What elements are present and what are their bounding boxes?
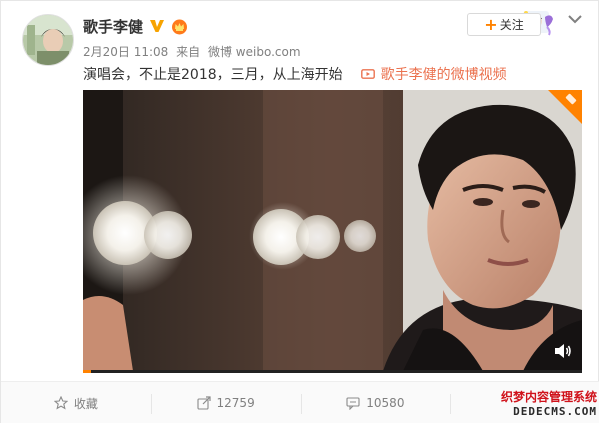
site-watermark: 织梦内容管理系统 DEDECMS.COM (487, 388, 597, 418)
share-icon (196, 396, 211, 410)
follow-plus-icon: + (484, 14, 498, 34)
volume-icon[interactable] (554, 343, 572, 359)
post-date[interactable]: 2月20日 11:08 (83, 45, 168, 59)
author-avatar[interactable] (22, 14, 74, 66)
source-prefix: 来自 (176, 45, 201, 59)
watermark-line-2: DEDECMS.COM (513, 405, 597, 418)
comment-button[interactable]: 10580 (300, 382, 451, 423)
follow-area: + 关注 (467, 9, 557, 39)
video-progress-bar[interactable] (83, 370, 582, 373)
chevron-down-icon[interactable] (567, 13, 583, 25)
watermark-line-1: 织梦内容管理系统 (500, 390, 597, 404)
comment-count: 10580 (366, 396, 405, 410)
repost-count: 12759 (216, 396, 255, 410)
weibo-post-card: 歌手李健 2月20日 11:08 来自 微博 weibo.com + 关注 演唱… (0, 0, 599, 423)
follow-label: 关注 (499, 18, 524, 32)
verified-v-icon (149, 18, 165, 34)
comment-icon (346, 397, 360, 410)
star-icon (53, 396, 68, 410)
video-link[interactable]: 歌手李健的微博视频 (360, 64, 507, 84)
author-name[interactable]: 歌手李健 (83, 16, 143, 37)
video-player[interactable] (83, 90, 582, 371)
favorite-button[interactable]: 收藏 (1, 382, 151, 423)
member-crown-icon[interactable] (171, 18, 188, 35)
favorite-label: 收藏 (73, 396, 98, 411)
post-meta: 2月20日 11:08 来自 微博 weibo.com (83, 43, 305, 60)
post-text: 演唱会，不止是2018，三月，从上海开始 (83, 67, 343, 83)
video-frame (83, 90, 582, 371)
repost-button[interactable]: 12759 (150, 382, 301, 423)
video-corner-tag-icon (548, 90, 582, 124)
video-progress-fill (83, 370, 91, 373)
post-source[interactable]: 微博 weibo.com (208, 45, 301, 59)
author-row: 歌手李健 (83, 15, 188, 37)
video-link-label: 歌手李健的微博视频 (380, 67, 507, 83)
video-camera-icon (360, 69, 375, 79)
follow-button[interactable]: + 关注 (467, 13, 541, 36)
post-text-row: 演唱会，不止是2018，三月，从上海开始 歌手李健的微博视频 (83, 64, 507, 84)
